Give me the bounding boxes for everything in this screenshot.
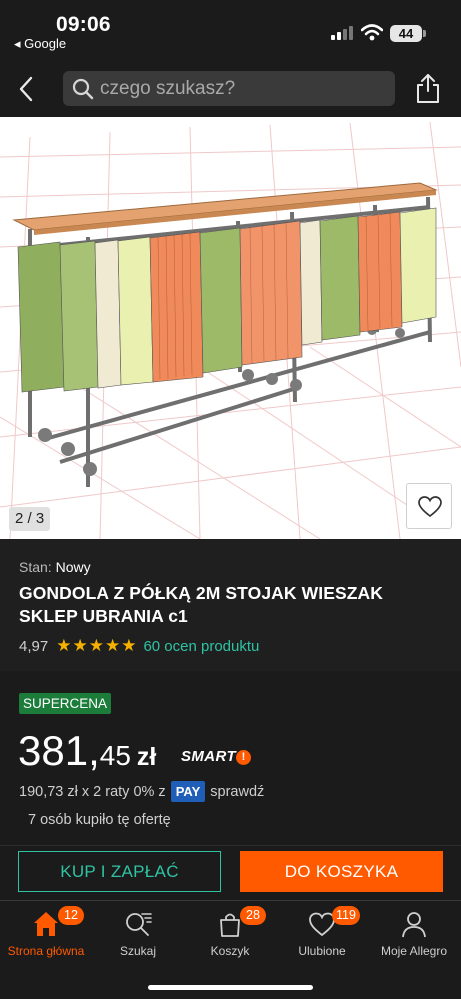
installments-text: 190,73 zł x 2 raty 0% z (19, 783, 166, 800)
favorite-button[interactable] (406, 483, 452, 529)
heart-icon (418, 496, 442, 518)
wifi-icon (361, 24, 383, 41)
rating-row[interactable]: 4,97 ★ ★ ★ ★ ★ 60 ocen produktu (19, 636, 259, 656)
battery-tip (423, 30, 426, 37)
check-installments-link[interactable]: sprawdź (210, 784, 264, 800)
search-bar[interactable]: czego szukasz? (63, 71, 395, 106)
star-icon: ★ (56, 636, 72, 655)
cellular-signal-icon (331, 26, 355, 40)
price-section: SUPERCENA 381,45 zł SMART ! 190,73 zł x 2… (0, 671, 461, 845)
buy-now-button[interactable]: KUP I ZAPŁAĆ (18, 851, 221, 892)
clock: 09:06 (56, 13, 111, 36)
home-icon (34, 912, 58, 936)
search-input[interactable]: czego szukasz? (100, 71, 235, 106)
product-title: GONDOLA Z PÓŁKĄ 2M STOJAK WIESZAK SKLEP … (19, 583, 384, 626)
star-icon: ★ (88, 636, 104, 655)
search-icon (72, 78, 94, 100)
star-icon: ★ (104, 636, 121, 655)
smart-info-icon[interactable]: ! (236, 750, 251, 765)
tab-my-allegro[interactable]: Moje Allegro (368, 901, 460, 971)
condition-value: Nowy (55, 559, 91, 575)
star-icon: ★ (121, 636, 137, 655)
tab-search-label: Szukaj (119, 944, 157, 958)
price-main: 381, (18, 727, 100, 774)
tab-home[interactable]: 12 Strona główna (0, 901, 92, 971)
tab-search[interactable]: Szukaj (92, 901, 184, 971)
ratings-link[interactable]: 60 ocen produktu (143, 638, 259, 655)
rating-value: 4,97 (19, 637, 49, 655)
back-to-app-link[interactable]: ◂ Google (14, 36, 66, 52)
pay-logo: PAY (170, 781, 206, 802)
home-badge: 12 (58, 906, 84, 925)
top-navigation: czego szukasz? (0, 60, 461, 117)
star-icon: ★ (72, 636, 88, 655)
home-indicator (148, 985, 313, 990)
condition-label: Stan: (19, 559, 52, 575)
status-bar: 09:06 ◂ Google 44 (0, 0, 461, 60)
clothing-rack-illustration (0, 121, 461, 539)
supercena-badge: SUPERCENA (19, 693, 112, 714)
battery-icon: 44 (390, 25, 422, 42)
tab-my-allegro-label: Moje Allegro (380, 944, 448, 958)
price-currency: zł (136, 743, 157, 771)
rating-stars: ★ ★ ★ ★ ★ (56, 636, 137, 656)
add-to-cart-button[interactable]: DO KOSZYKA (240, 851, 443, 892)
tab-cart-label: Koszyk (210, 944, 250, 958)
tab-favorites[interactable]: 119 Ulubione (276, 901, 368, 971)
gallery-counter: 2 / 3 (9, 507, 51, 531)
favorites-badge: 119 (332, 906, 360, 925)
product-info: Stan: Nowy GONDOLA Z PÓŁKĄ 2M STOJAK WIE… (0, 539, 461, 671)
back-arrow-icon[interactable] (14, 74, 40, 104)
purchase-actions: KUP I ZAPŁAĆ DO KOSZYKA (0, 845, 461, 900)
smart-label: SMART (181, 748, 237, 765)
product-image[interactable]: 2 / 3 (0, 117, 461, 539)
tab-home-label: Strona główna (7, 944, 85, 958)
installments: 190,73 zł x 2 raty 0% z PAY sprawdź (19, 781, 264, 802)
tab-favorites-label: Ulubione (298, 944, 346, 958)
user-icon (402, 912, 426, 938)
search-icon (126, 913, 152, 936)
share-icon[interactable] (414, 72, 442, 104)
cart-badge: 28 (240, 906, 266, 925)
condition: Stan: Nowy (19, 559, 91, 575)
price: 381,45 zł (18, 727, 156, 775)
tab-cart[interactable]: 28 Koszyk (184, 901, 276, 971)
price-fraction: 45 (99, 740, 131, 771)
purchase-count: 7 osób kupiło tę ofertę (28, 812, 171, 828)
